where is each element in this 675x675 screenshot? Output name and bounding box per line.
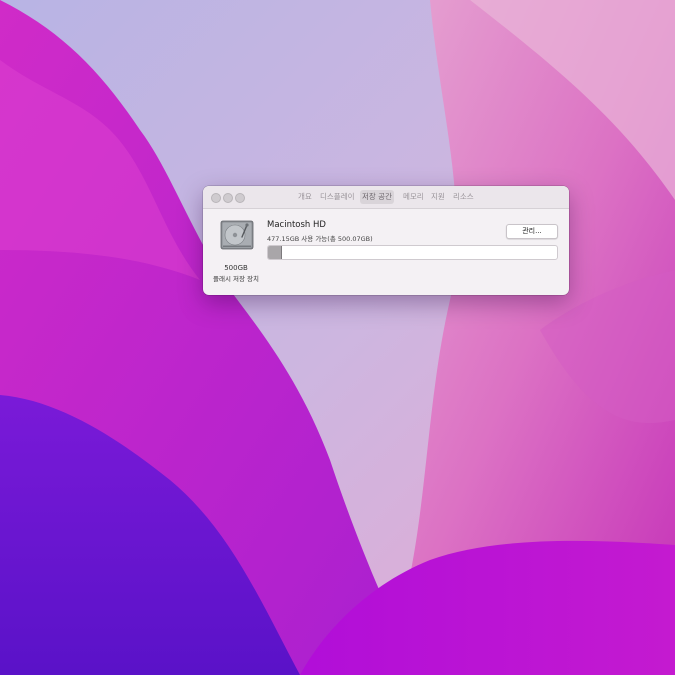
about-this-mac-window: 개요 디스플레이 저장 공간 메모리 지원 리소스 500GB 플래시 저장 장… (203, 186, 569, 295)
desktop-wallpaper (0, 0, 675, 675)
minimize-traffic-light[interactable] (223, 193, 233, 203)
disk-kind-label: 플래시 저장 장치 (213, 275, 259, 283)
hard-drive-icon (220, 220, 254, 250)
tab-support[interactable]: 지원 (429, 190, 447, 204)
tab-memory[interactable]: 메모리 (401, 190, 426, 204)
tab-overview[interactable]: 개요 (296, 190, 314, 204)
volume-name: Macintosh HD (267, 220, 326, 230)
manage-button[interactable]: 관리... (506, 224, 558, 239)
tab-resources[interactable]: 리소스 (451, 190, 476, 204)
tab-storage[interactable]: 저장 공간 (360, 190, 394, 204)
disk-size-label: 500GB (224, 264, 248, 272)
storage-used-edge (281, 246, 282, 259)
storage-usage-bar (267, 245, 558, 260)
window-titlebar: 개요 디스플레이 저장 공간 메모리 지원 리소스 (203, 186, 569, 209)
zoom-traffic-light[interactable] (235, 193, 245, 203)
available-space-text: 477.15GB 사용 가능(총 500.07GB) (267, 235, 373, 243)
tab-displays[interactable]: 디스플레이 (318, 190, 357, 204)
close-traffic-light[interactable] (211, 193, 221, 203)
storage-used-segment (268, 246, 281, 259)
